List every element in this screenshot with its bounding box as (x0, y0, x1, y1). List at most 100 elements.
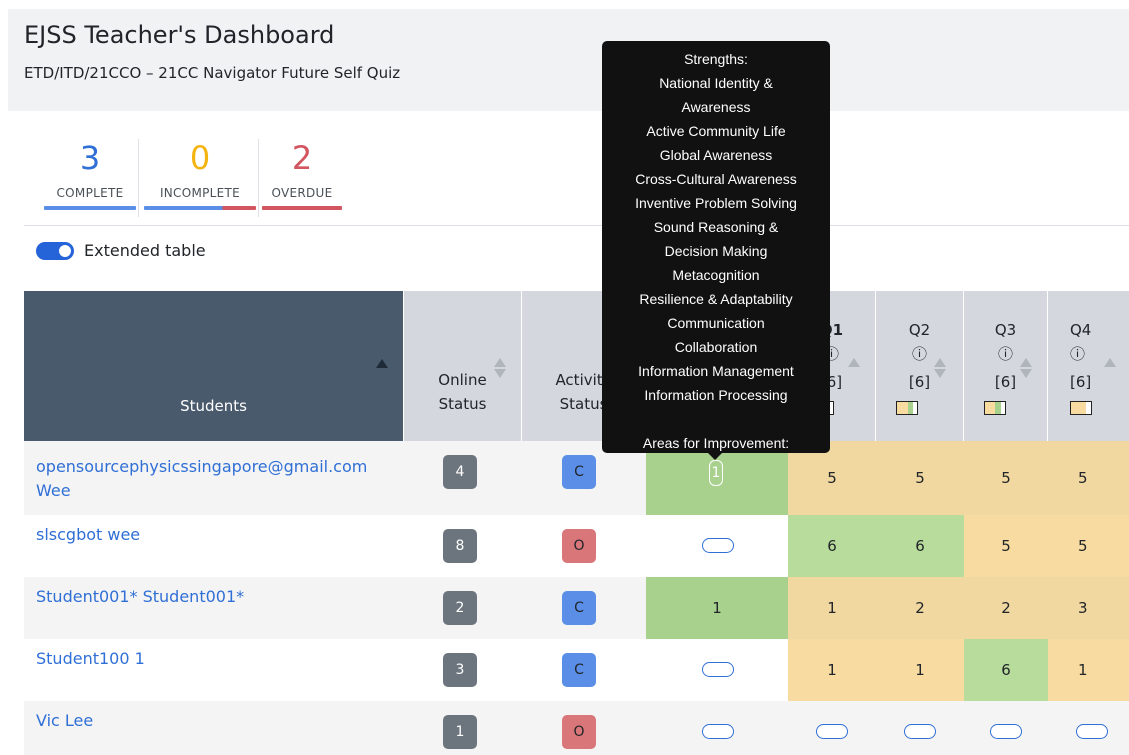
online-count-badge[interactable]: 2 (443, 591, 477, 625)
header-online-status[interactable]: Online Status (404, 291, 522, 441)
incomplete-label: INCOMPLETE (159, 186, 241, 200)
summary-complete[interactable]: 3 COMPLETE (44, 136, 136, 210)
score-pill[interactable]: 1 (709, 460, 723, 486)
score-cell-q4[interactable]: 1 (1048, 639, 1129, 701)
sort-up-icon[interactable] (848, 358, 860, 367)
activity-status-badge[interactable]: C (562, 591, 596, 625)
table-row: slscgbot wee 8 O 6 6 5 5 (24, 515, 1129, 577)
score-cell-q2[interactable] (876, 701, 964, 755)
sort-up-icon[interactable] (1020, 358, 1032, 367)
score-cell-q1[interactable] (788, 701, 876, 755)
online-count-badge[interactable]: 8 (443, 529, 477, 563)
activity-status-badge[interactable]: O (562, 529, 596, 563)
score-cell-q0[interactable] (646, 701, 788, 755)
complete-label: COMPLETE (56, 186, 124, 200)
tooltip-improvement-title: Areas for Improvement: (642, 435, 790, 451)
activity-status-badge[interactable]: O (562, 715, 596, 749)
empty-score-pill[interactable] (702, 724, 734, 739)
student-name-link[interactable]: Student001* Student001* (36, 585, 404, 609)
info-icon[interactable]: ⓘ (964, 343, 1047, 365)
online-count-badge[interactable]: 4 (443, 455, 477, 489)
overdue-count: 2 (291, 139, 313, 177)
score-cell-q4[interactable]: 5 (1048, 441, 1129, 515)
header-students[interactable]: Students (24, 291, 404, 441)
extended-table-toggle[interactable] (36, 242, 74, 260)
score-cell-q3[interactable]: 2 (964, 577, 1048, 639)
header-q3[interactable]: Q3 ⓘ [6] (964, 291, 1048, 441)
student-name-link[interactable]: Wee (36, 479, 404, 503)
score-cell-q3[interactable]: 5 (964, 441, 1048, 515)
score-cell-q3[interactable]: 6 (964, 639, 1048, 701)
header-q2-label: Q2 (908, 321, 931, 339)
table-row: Student001* Student001* 2 C 1 1 2 2 3 (24, 577, 1129, 639)
activity-status-badge[interactable]: C (562, 455, 596, 489)
score-value: 5 (1001, 537, 1011, 555)
header-q3-label: Q3 (994, 321, 1017, 339)
tooltip-item: Information Management (638, 363, 794, 379)
score-cell-q2[interactable]: 6 (876, 515, 964, 577)
tooltip-item: National Identity & (659, 75, 773, 91)
score-cell-q2[interactable]: 2 (876, 577, 964, 639)
score-cell-q3[interactable]: 5 (964, 515, 1048, 577)
score-cell-q2[interactable]: 5 (876, 441, 964, 515)
sort-down-icon[interactable] (494, 369, 506, 378)
empty-score-pill[interactable] (702, 538, 734, 553)
summary-overdue[interactable]: 2 OVERDUE (262, 136, 342, 210)
score-cell-q3[interactable] (964, 701, 1048, 755)
student-name-cell[interactable]: slscgbot wee (24, 515, 404, 577)
empty-score-pill[interactable] (1076, 724, 1108, 739)
student-name-link[interactable]: opensourcephysicssingapore@gmail.com (36, 455, 404, 479)
score-cell-q0[interactable] (646, 515, 788, 577)
tooltip-item: Active Community Life (646, 123, 786, 139)
score-distribution-bar (896, 401, 918, 415)
extended-table-label: Extended table (84, 241, 206, 260)
student-name-link[interactable]: slscgbot wee (36, 523, 404, 547)
student-name-link[interactable]: Vic Lee (36, 709, 404, 733)
score-value: 6 (827, 537, 837, 555)
online-status-cell: 3 (404, 639, 522, 701)
score-value: 5 (915, 469, 925, 487)
empty-score-pill[interactable] (904, 724, 936, 739)
student-name-cell[interactable]: Vic Lee (24, 701, 404, 755)
student-name-cell[interactable]: opensourcephysicssingapore@gmail.com Wee (24, 441, 404, 515)
score-cell-q4[interactable] (1048, 701, 1129, 755)
online-count-badge[interactable]: 3 (443, 653, 477, 687)
score-cell-q0[interactable]: 1 (646, 577, 788, 639)
header-q3-max: [6] (994, 373, 1017, 391)
score-cell-q1[interactable]: 1 (788, 639, 876, 701)
score-cell-q0[interactable] (646, 639, 788, 701)
activity-status-badge[interactable]: C (562, 653, 596, 687)
header-q4-max: [6] (1070, 373, 1092, 391)
overdue-label: OVERDUE (271, 186, 333, 200)
student-name-cell[interactable]: Student100 1 (24, 639, 404, 701)
score-cell-q4[interactable]: 3 (1048, 577, 1129, 639)
sort-up-icon[interactable] (934, 358, 946, 367)
empty-score-pill[interactable] (990, 724, 1022, 739)
empty-score-pill[interactable] (702, 662, 734, 677)
score-cell-q2[interactable]: 1 (876, 639, 964, 701)
sort-down-icon[interactable] (934, 369, 946, 378)
header-q2[interactable]: Q2 ⓘ [6] (876, 291, 964, 441)
info-icon[interactable]: ⓘ (1070, 343, 1129, 365)
sort-down-icon[interactable] (1020, 369, 1032, 378)
student-name-link[interactable]: Student100 1 (36, 647, 404, 671)
online-count-badge[interactable]: 1 (443, 715, 477, 749)
score-cell-q1[interactable]: 1 (788, 577, 876, 639)
student-name-cell[interactable]: Student001* Student001* (24, 577, 404, 639)
info-icon[interactable]: ⓘ (876, 343, 963, 365)
sort-up-icon[interactable] (376, 359, 388, 368)
summary-incomplete[interactable]: 0 INCOMPLETE (144, 136, 256, 210)
score-value: 1 (827, 599, 837, 617)
empty-score-pill[interactable] (816, 724, 848, 739)
score-value: 2 (1001, 599, 1011, 617)
score-cell-q4[interactable]: 5 (1048, 515, 1129, 577)
header-q4[interactable]: Q4 ⓘ [6] (1048, 291, 1129, 441)
page-title: EJSS Teacher's Dashboard (24, 21, 335, 49)
sort-up-icon[interactable] (494, 358, 506, 367)
score-value: 5 (1078, 469, 1088, 487)
activity-status-cell: O (522, 515, 646, 577)
score-value: 1 (1078, 661, 1088, 679)
score-value: 3 (1078, 599, 1088, 617)
sort-up-icon[interactable] (1104, 358, 1116, 367)
score-cell-q1[interactable]: 6 (788, 515, 876, 577)
